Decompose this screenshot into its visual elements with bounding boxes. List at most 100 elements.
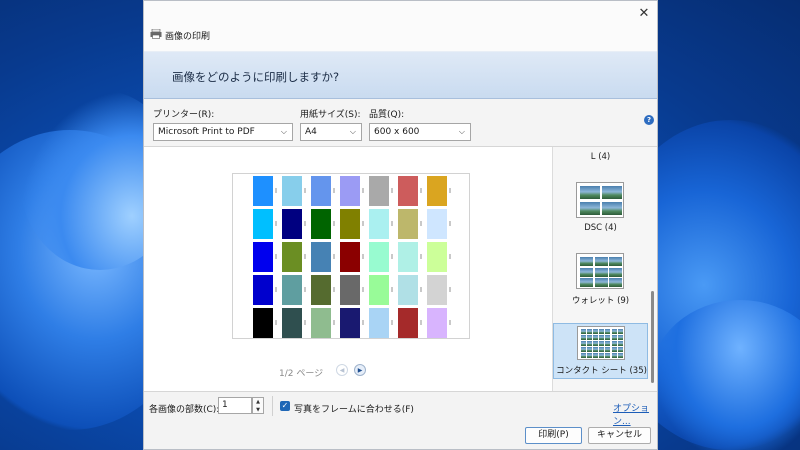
photo-caption — [391, 254, 393, 259]
photo-thumbnail — [311, 242, 331, 272]
checkmark-icon: ✓ — [281, 401, 289, 410]
photo-thumbnail — [340, 176, 360, 206]
help-icon[interactable]: ? — [644, 115, 654, 125]
layout-item-wallet[interactable]: ウォレット (9) — [553, 247, 648, 313]
spin-down-icon[interactable]: ▼ — [253, 406, 263, 414]
photo-caption — [275, 287, 277, 292]
photo-thumbnail — [253, 308, 273, 338]
quality-value: 600 x 600 — [374, 127, 420, 137]
thumbnail-photo — [593, 335, 599, 341]
layout-label: DSC (4) — [584, 223, 617, 233]
copies-input[interactable]: 1 — [218, 397, 252, 414]
photo-caption — [333, 221, 335, 226]
layout-item-dsc[interactable]: DSC (4) — [553, 175, 648, 239]
thumbnail-photo — [599, 341, 605, 347]
thumbnail-photo — [599, 347, 605, 353]
title-bar: 画像の印刷 ✕ — [144, 1, 657, 51]
photo-caption — [420, 221, 422, 226]
thumbnail-photo — [580, 267, 593, 277]
photo-caption — [304, 254, 306, 259]
print-pictures-dialog: 画像の印刷 ✕ 画像をどのように印刷しますか? プリンター(R): Micros… — [143, 0, 658, 450]
thumbnail-photo — [599, 353, 605, 359]
thumbnail-photo — [581, 353, 586, 359]
thumbnail-photo — [605, 335, 611, 341]
photo-thumbnail — [427, 242, 447, 272]
quality-label: 品質(Q): — [369, 110, 405, 120]
previous-page-button[interactable]: ◀ — [336, 364, 348, 376]
photo-caption — [304, 188, 306, 193]
fit-to-frame-label[interactable]: 写真をフレームに合わせる(F) — [294, 402, 414, 415]
photo-caption — [275, 254, 277, 259]
photo-caption — [420, 320, 422, 325]
photo-thumbnail — [340, 242, 360, 272]
chevron-down-icon: ⌵ — [458, 127, 465, 136]
photo-thumbnail — [369, 176, 389, 206]
photo-thumbnail — [282, 242, 302, 272]
photo-caption — [304, 221, 306, 226]
thumbnail-photo — [617, 329, 623, 334]
photo-thumbnail — [369, 275, 389, 305]
copies-stepper[interactable]: ▲ ▼ — [252, 397, 264, 414]
thumbnail-photo — [594, 257, 608, 266]
thumbnail-photo — [593, 347, 599, 353]
thumbnail-photo — [609, 267, 622, 277]
layout-label: L (4) — [590, 152, 611, 162]
photo-caption — [420, 254, 422, 259]
printer-label: プリンター(R): — [153, 110, 215, 120]
layout-thumbnail — [576, 182, 624, 218]
photo-thumbnail — [282, 308, 302, 338]
photo-thumbnail — [282, 176, 302, 206]
photo-thumbnail — [311, 176, 331, 206]
next-arrow-icon: ▶ — [357, 367, 363, 374]
thumbnail-photo — [617, 347, 623, 353]
thumbnail-photo — [593, 341, 599, 347]
close-button[interactable]: ✕ — [629, 1, 657, 25]
photo-caption — [420, 287, 422, 292]
instruction-banner: 画像をどのように印刷しますか? — [144, 51, 657, 99]
photo-caption — [333, 287, 335, 292]
paper-size-select[interactable]: A4 ⌵ — [300, 123, 362, 141]
thumbnail-photo — [587, 335, 593, 341]
fit-to-frame-checkbox[interactable]: ✓ — [280, 401, 290, 411]
layout-label: ウォレット (9) — [571, 296, 630, 306]
photo-caption — [333, 254, 335, 259]
layout-item-l[interactable]: L (4) — [553, 147, 648, 169]
thumbnail-photo — [587, 347, 593, 353]
print-settings-bar: プリンター(R): Microsoft Print to PDF ⌵ 用紙サイズ… — [144, 99, 657, 147]
layout-item-contact-sheet[interactable]: コンタクト シート (35) — [553, 323, 648, 379]
photo-caption — [391, 188, 393, 193]
quality-select[interactable]: 600 x 600 ⌵ — [369, 123, 471, 141]
photo-caption — [275, 188, 277, 193]
thumbnail-photo — [609, 278, 622, 287]
photo-thumbnail — [340, 308, 360, 338]
paper-size-value: A4 — [305, 127, 317, 137]
printer-select[interactable]: Microsoft Print to PDF ⌵ — [153, 123, 293, 141]
photo-caption — [391, 287, 393, 292]
photo-caption — [449, 221, 451, 226]
photo-thumbnail — [282, 275, 302, 305]
options-link[interactable]: オプション... — [613, 401, 657, 427]
photo-thumbnail — [369, 308, 389, 338]
divider — [272, 396, 273, 416]
thumbnail-photo — [581, 347, 586, 353]
photo-thumbnail — [340, 209, 360, 239]
photo-caption — [362, 320, 364, 325]
photo-caption — [362, 287, 364, 292]
photo-thumbnail — [253, 176, 273, 206]
photo-thumbnail — [398, 209, 418, 239]
photo-thumbnail — [340, 275, 360, 305]
spin-up-icon[interactable]: ▲ — [253, 398, 263, 406]
print-button[interactable]: 印刷(P) — [525, 427, 582, 444]
next-page-button[interactable]: ▶ — [354, 364, 366, 376]
thumbnail-photo — [617, 353, 623, 359]
photo-caption — [391, 221, 393, 226]
layout-scrollbar[interactable] — [649, 151, 655, 387]
scrollbar-thumb[interactable] — [651, 291, 654, 383]
thumbnail-photo — [599, 329, 605, 334]
layout-list[interactable]: L (4) DSC (4) ウォレット (9) コンタクト シート (35) — [552, 147, 657, 391]
photo-caption — [362, 188, 364, 193]
layout-thumbnail — [577, 326, 625, 360]
printer-icon — [150, 29, 162, 39]
thumbnail-photo — [605, 329, 611, 334]
cancel-button[interactable]: キャンセル — [588, 427, 651, 444]
